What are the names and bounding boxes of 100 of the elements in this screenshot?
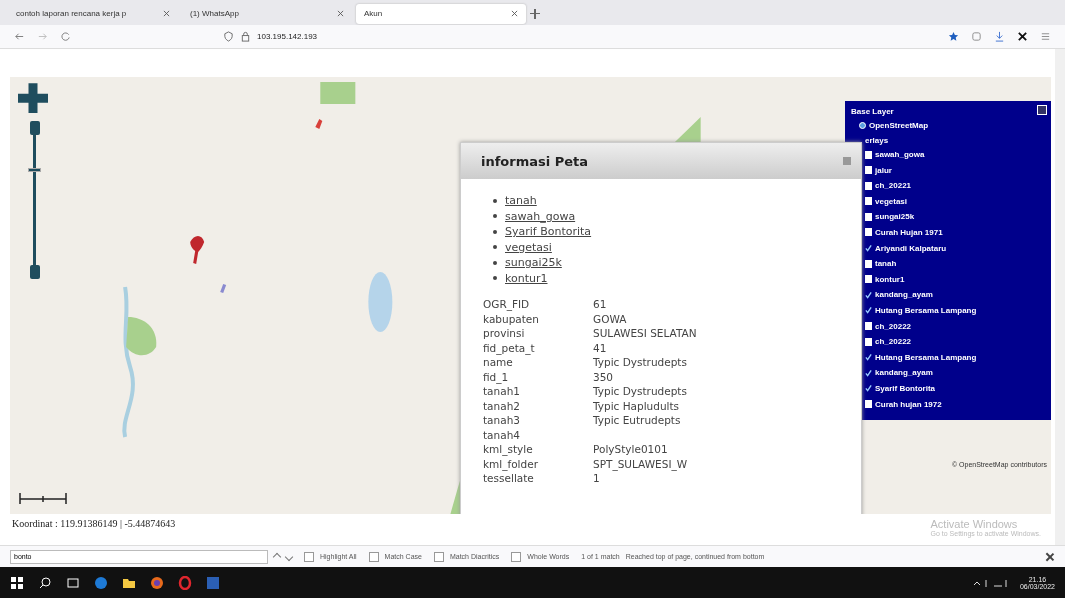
checkbox[interactable]	[865, 212, 872, 221]
checkbox[interactable]	[865, 197, 872, 206]
coordinate-readout: Koordinat : 119.91386149 | -5.44874643	[12, 518, 176, 530]
checkbox[interactable]	[511, 551, 522, 562]
layer-link[interactable]: kontur1	[505, 270, 548, 287]
firefox-icon[interactable]	[150, 575, 164, 590]
url-text: 103.195.142.193	[257, 32, 318, 42]
attribute-name: tanah4	[483, 428, 521, 442]
x-icon[interactable]	[1017, 31, 1028, 43]
windows-icon[interactable]	[10, 575, 24, 590]
layer-label[interactable]: ch_20222	[875, 321, 912, 331]
layer-section-title: erlays	[865, 134, 889, 147]
layer-label[interactable]: Curah Hujan 1971	[875, 228, 943, 237]
layer-link[interactable]: Syarif Bontorita	[505, 224, 592, 240]
layer-label[interactable]: sungai25k	[875, 212, 915, 222]
zoom-in-button[interactable]	[29, 121, 40, 136]
minimize-button[interactable]	[1037, 105, 1047, 116]
lock-icon	[240, 31, 251, 43]
attribute-value: GOWA	[593, 312, 628, 326]
task-view-icon[interactable]	[66, 575, 80, 590]
layer-label[interactable]: ch_20221	[875, 181, 912, 191]
attribute-value: Typic Dystrudepts	[593, 356, 688, 370]
close-icon[interactable]	[163, 10, 170, 18]
layer-label[interactable]: Ariyandi Kalpataru	[875, 243, 947, 253]
layer-label[interactable]: kandang_ayam	[875, 368, 933, 378]
layer-section-title: Base Layer	[851, 106, 894, 119]
download-icon[interactable]	[994, 31, 1005, 43]
layer-label[interactable]: Curah hujan 1972	[875, 399, 942, 409]
browser-tab[interactable]: Akun	[356, 3, 526, 24]
layer-label[interactable]: vegetasi	[875, 196, 908, 206]
layer-label[interactable]: ch_20222	[875, 337, 912, 347]
checkbox[interactable]	[865, 290, 872, 299]
browser-tab[interactable]: (1) WhatsApp	[182, 3, 352, 24]
close-icon[interactable]	[511, 10, 518, 18]
attribute-name: kml_style	[483, 443, 534, 457]
checkbox[interactable]	[865, 166, 872, 175]
bullet-icon	[493, 229, 497, 234]
layer-label[interactable]: Hutang Bersama Lampang	[875, 305, 977, 315]
menu-icon[interactable]	[1040, 31, 1051, 43]
checkbox[interactable]	[865, 384, 872, 393]
layer-label[interactable]: Syarif Bontorita	[875, 383, 935, 393]
attribute-value: 350	[593, 370, 615, 384]
attribute-value: Typic Dystrudepts	[593, 385, 688, 399]
layer-label[interactable]: Hutang Bersama Lampang	[875, 352, 977, 362]
bullet-icon	[493, 260, 497, 265]
attribute-name: name	[483, 356, 514, 370]
attribute-name: tanah1	[483, 385, 521, 399]
shield-icon	[223, 31, 234, 43]
attribute-value: Typic Hapludults	[593, 399, 681, 413]
layer-label[interactable]: sawah_gowa	[875, 150, 925, 159]
close-icon[interactable]	[337, 10, 344, 18]
layer-label[interactable]: kontur1	[875, 274, 905, 284]
layer-link[interactable]: sungai25k	[505, 255, 562, 271]
checkbox[interactable]	[865, 181, 872, 190]
zoom-out-button[interactable]	[29, 265, 40, 280]
layer-link[interactable]: vegetasi	[505, 239, 552, 256]
popup-title: informasi Peta	[481, 153, 589, 169]
attribute-value: 61	[593, 298, 608, 312]
reload-icon[interactable]	[60, 31, 71, 43]
search-icon[interactable]	[38, 575, 52, 590]
checkbox[interactable]	[304, 551, 314, 562]
new-tab-button[interactable]	[530, 8, 540, 19]
layer-label[interactable]: OpenStreetMap	[869, 121, 929, 131]
checkbox[interactable]	[865, 259, 872, 268]
bullet-icon	[493, 245, 497, 250]
close-find-bar-button[interactable]	[1045, 551, 1055, 562]
edge-icon[interactable]	[94, 575, 108, 590]
radio-button[interactable]	[859, 122, 866, 130]
checkbox[interactable]	[865, 150, 872, 159]
attribute-name: fid_peta_t	[483, 341, 536, 355]
checkbox[interactable]	[865, 353, 872, 362]
checkbox[interactable]	[865, 228, 872, 237]
attribute-name: tanah2	[483, 399, 521, 413]
attribute-name: tessellate	[483, 472, 535, 486]
layer-link[interactable]: sawah_gowa	[505, 208, 576, 225]
tab-title: Akun	[364, 9, 383, 19]
opera-icon[interactable]	[178, 575, 192, 590]
star-icon[interactable]	[948, 31, 959, 43]
attribute-name: tanah3	[483, 414, 521, 428]
layer-label[interactable]: tanah	[875, 259, 897, 269]
checkbox[interactable]	[865, 322, 872, 331]
layer-label[interactable]: kandang_ayam	[875, 290, 933, 300]
browser-tab[interactable]: contoh laporan rencana kerja p	[8, 3, 178, 24]
scrollbar[interactable]	[1055, 49, 1065, 546]
checkbox[interactable]	[865, 337, 872, 346]
attribute-name: fid_1	[483, 370, 510, 384]
checkbox[interactable]	[368, 551, 379, 562]
checkbox[interactable]	[433, 551, 444, 562]
attribute-value: 1	[593, 472, 601, 486]
bullet-icon	[493, 214, 497, 219]
checkbox[interactable]	[865, 244, 872, 253]
layer-link[interactable]: tanah	[505, 193, 537, 209]
bullet-icon	[493, 276, 497, 281]
attribute-name: kabupaten	[483, 312, 540, 326]
checkbox[interactable]	[865, 306, 872, 315]
checkbox[interactable]	[865, 275, 872, 284]
checkbox[interactable]	[865, 400, 872, 408]
checkbox[interactable]	[865, 368, 872, 377]
layer-label[interactable]: jalur	[875, 165, 892, 175]
zoom-slider-thumb[interactable]	[28, 168, 41, 173]
